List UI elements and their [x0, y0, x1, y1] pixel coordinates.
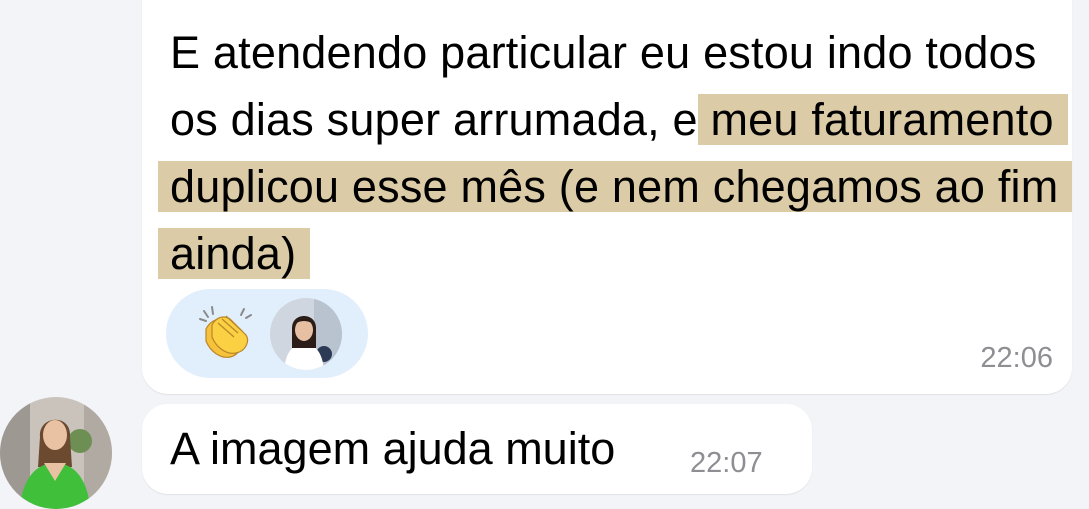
- sender-avatar[interactable]: [0, 397, 112, 509]
- message-text: E atendendo particular eu estou indo tod…: [158, 19, 1073, 287]
- reactions-pill[interactable]: [166, 289, 368, 378]
- reactor-avatar[interactable]: [270, 298, 342, 370]
- chat-window: E atendendo particular eu estou indo tod…: [0, 0, 1089, 509]
- message-timestamp: 22:06: [980, 342, 1053, 374]
- reactor-avatar-image: [270, 298, 342, 370]
- clapping-hands-icon: [199, 306, 252, 358]
- message-timestamp: 22:07: [690, 447, 763, 479]
- sender-avatar-image: [0, 397, 112, 509]
- message-text: A imagem ajuda muito: [170, 423, 616, 474]
